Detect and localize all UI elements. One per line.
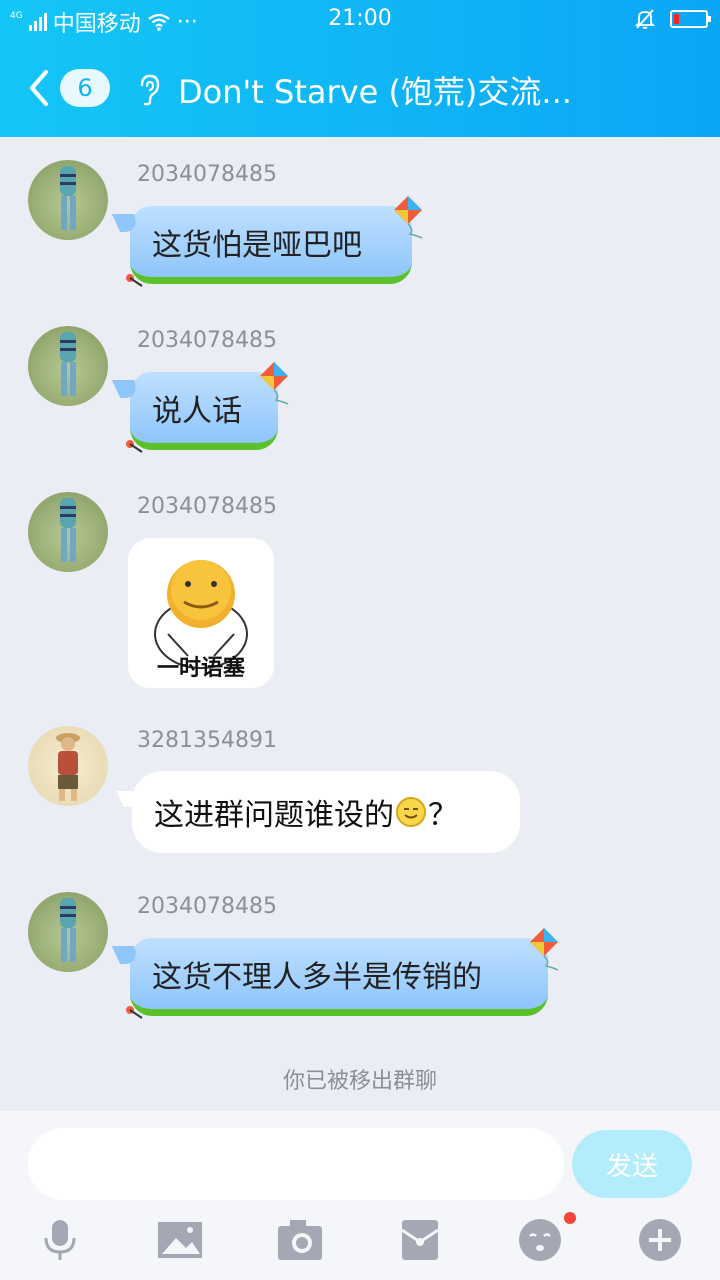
microphone-icon[interactable] xyxy=(36,1216,84,1264)
avatar-figure xyxy=(60,498,76,562)
sticker-image[interactable]: 一时语塞 xyxy=(128,538,274,688)
pin-icon xyxy=(126,440,143,453)
camera-icon[interactable] xyxy=(276,1216,324,1264)
red-packet-icon[interactable] xyxy=(396,1216,444,1264)
avatar[interactable] xyxy=(28,892,108,972)
sender-id: 2034078485 xyxy=(137,894,277,919)
mute-bell-icon xyxy=(634,9,656,29)
kite-icon xyxy=(260,362,289,405)
sticker-caption: 一时语塞 xyxy=(156,656,245,681)
plus-icon[interactable] xyxy=(636,1216,684,1264)
message-text: 这进群问题谁设的 xyxy=(154,798,394,833)
avatar[interactable] xyxy=(28,726,108,806)
message-bubble[interactable]: 这进群问题谁设的 ？ xyxy=(132,771,520,853)
pin-icon xyxy=(126,274,143,287)
avatar-figure xyxy=(56,733,80,801)
message-text: 这货怕是哑巴吧 xyxy=(152,227,362,263)
image-icon[interactable] xyxy=(156,1216,204,1264)
nav-bar: 6 Don't Starve (饱荒)交流... xyxy=(0,55,720,121)
system-notice: 你已被移出群聊 xyxy=(282,1069,437,1094)
send-button[interactable]: 发送 xyxy=(572,1130,692,1198)
clock: 21:00 xyxy=(328,6,392,31)
message-bubble[interactable]: 这货怕是哑巴吧 xyxy=(130,206,412,284)
chat-title[interactable]: Don't Starve (饱荒)交流... xyxy=(178,67,572,113)
unread-count-badge: 6 xyxy=(60,69,110,107)
message-bubble[interactable]: 这货不理人多半是传销的 xyxy=(130,938,548,1016)
ear-icon[interactable] xyxy=(134,73,164,107)
notification-dot xyxy=(564,1212,576,1224)
avatar-figure xyxy=(60,332,76,396)
avatar[interactable] xyxy=(28,160,108,240)
kite-icon xyxy=(530,928,559,971)
avatar-figure xyxy=(60,166,76,230)
message-input[interactable] xyxy=(28,1128,564,1200)
message-text: 说人话 xyxy=(152,393,242,429)
message-text-suffix: ？ xyxy=(428,798,458,833)
status-right xyxy=(634,8,711,30)
avatar[interactable] xyxy=(28,492,108,572)
chevron-left-icon xyxy=(30,70,48,106)
battery-icon xyxy=(670,10,711,28)
sender-id: 2034078485 xyxy=(137,162,277,187)
status-bar: 4G 中国移动 ··· 21:00 xyxy=(0,0,720,38)
header: 4G 中国移动 ··· 21:00 6 Don't Starve (饱荒)交流.… xyxy=(0,0,720,137)
input-bar: 发送 xyxy=(0,1111,720,1280)
back-button[interactable]: 6 xyxy=(28,63,118,113)
kite-icon xyxy=(394,196,423,239)
avatar-figure xyxy=(60,898,76,962)
emoji-icon[interactable] xyxy=(516,1216,564,1264)
avatar[interactable] xyxy=(28,326,108,406)
sender-id: 2034078485 xyxy=(137,494,277,519)
sender-id: 2034078485 xyxy=(137,328,277,353)
message-text: 这货不理人多半是传销的 xyxy=(152,959,482,995)
sender-id: 3281354891 xyxy=(137,728,277,753)
pin-icon xyxy=(126,1006,143,1019)
sweat-smile-emoji-icon xyxy=(396,797,426,827)
